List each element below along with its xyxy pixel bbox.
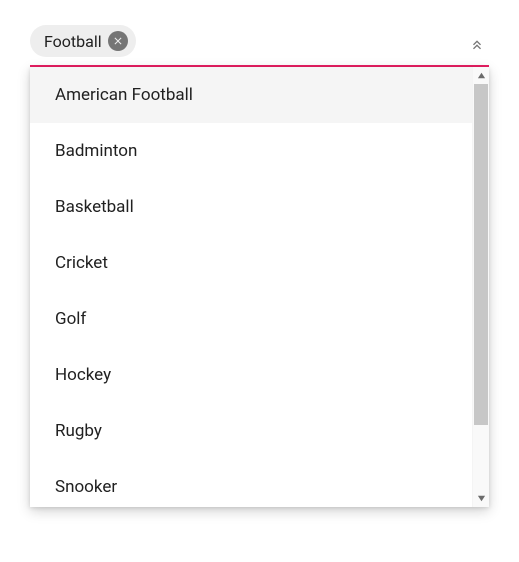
scroll-up-button[interactable]: [473, 67, 489, 84]
triangle-up-icon: [477, 71, 486, 80]
scroll-down-button[interactable]: [473, 490, 489, 507]
chip-label: Football: [44, 32, 102, 51]
collapse-button[interactable]: [465, 33, 489, 57]
scroll-track[interactable]: [473, 84, 489, 490]
option-item[interactable]: Rugby: [30, 403, 472, 459]
option-item[interactable]: Cricket: [30, 235, 472, 291]
option-item[interactable]: Basketball: [30, 179, 472, 235]
multiselect-combobox: Football American FootballBadmintonBaske…: [30, 25, 489, 507]
options-list: American FootballBadmintonBasketballCric…: [30, 67, 472, 507]
chevron-double-up-icon: [469, 37, 485, 53]
close-icon: [112, 35, 124, 47]
option-item[interactable]: Hockey: [30, 347, 472, 403]
scroll-thumb[interactable]: [474, 84, 488, 425]
option-item[interactable]: Snooker: [30, 459, 472, 507]
option-item[interactable]: American Football: [30, 67, 472, 123]
combobox-input-area[interactable]: Football: [30, 25, 489, 67]
triangle-down-icon: [477, 494, 486, 503]
dropdown-panel: American FootballBadmintonBasketballCric…: [30, 67, 489, 507]
option-item[interactable]: Golf: [30, 291, 472, 347]
chip-remove-button[interactable]: [108, 31, 128, 51]
option-item[interactable]: Badminton: [30, 123, 472, 179]
scrollbar[interactable]: [472, 67, 489, 507]
selected-chip: Football: [30, 25, 136, 57]
